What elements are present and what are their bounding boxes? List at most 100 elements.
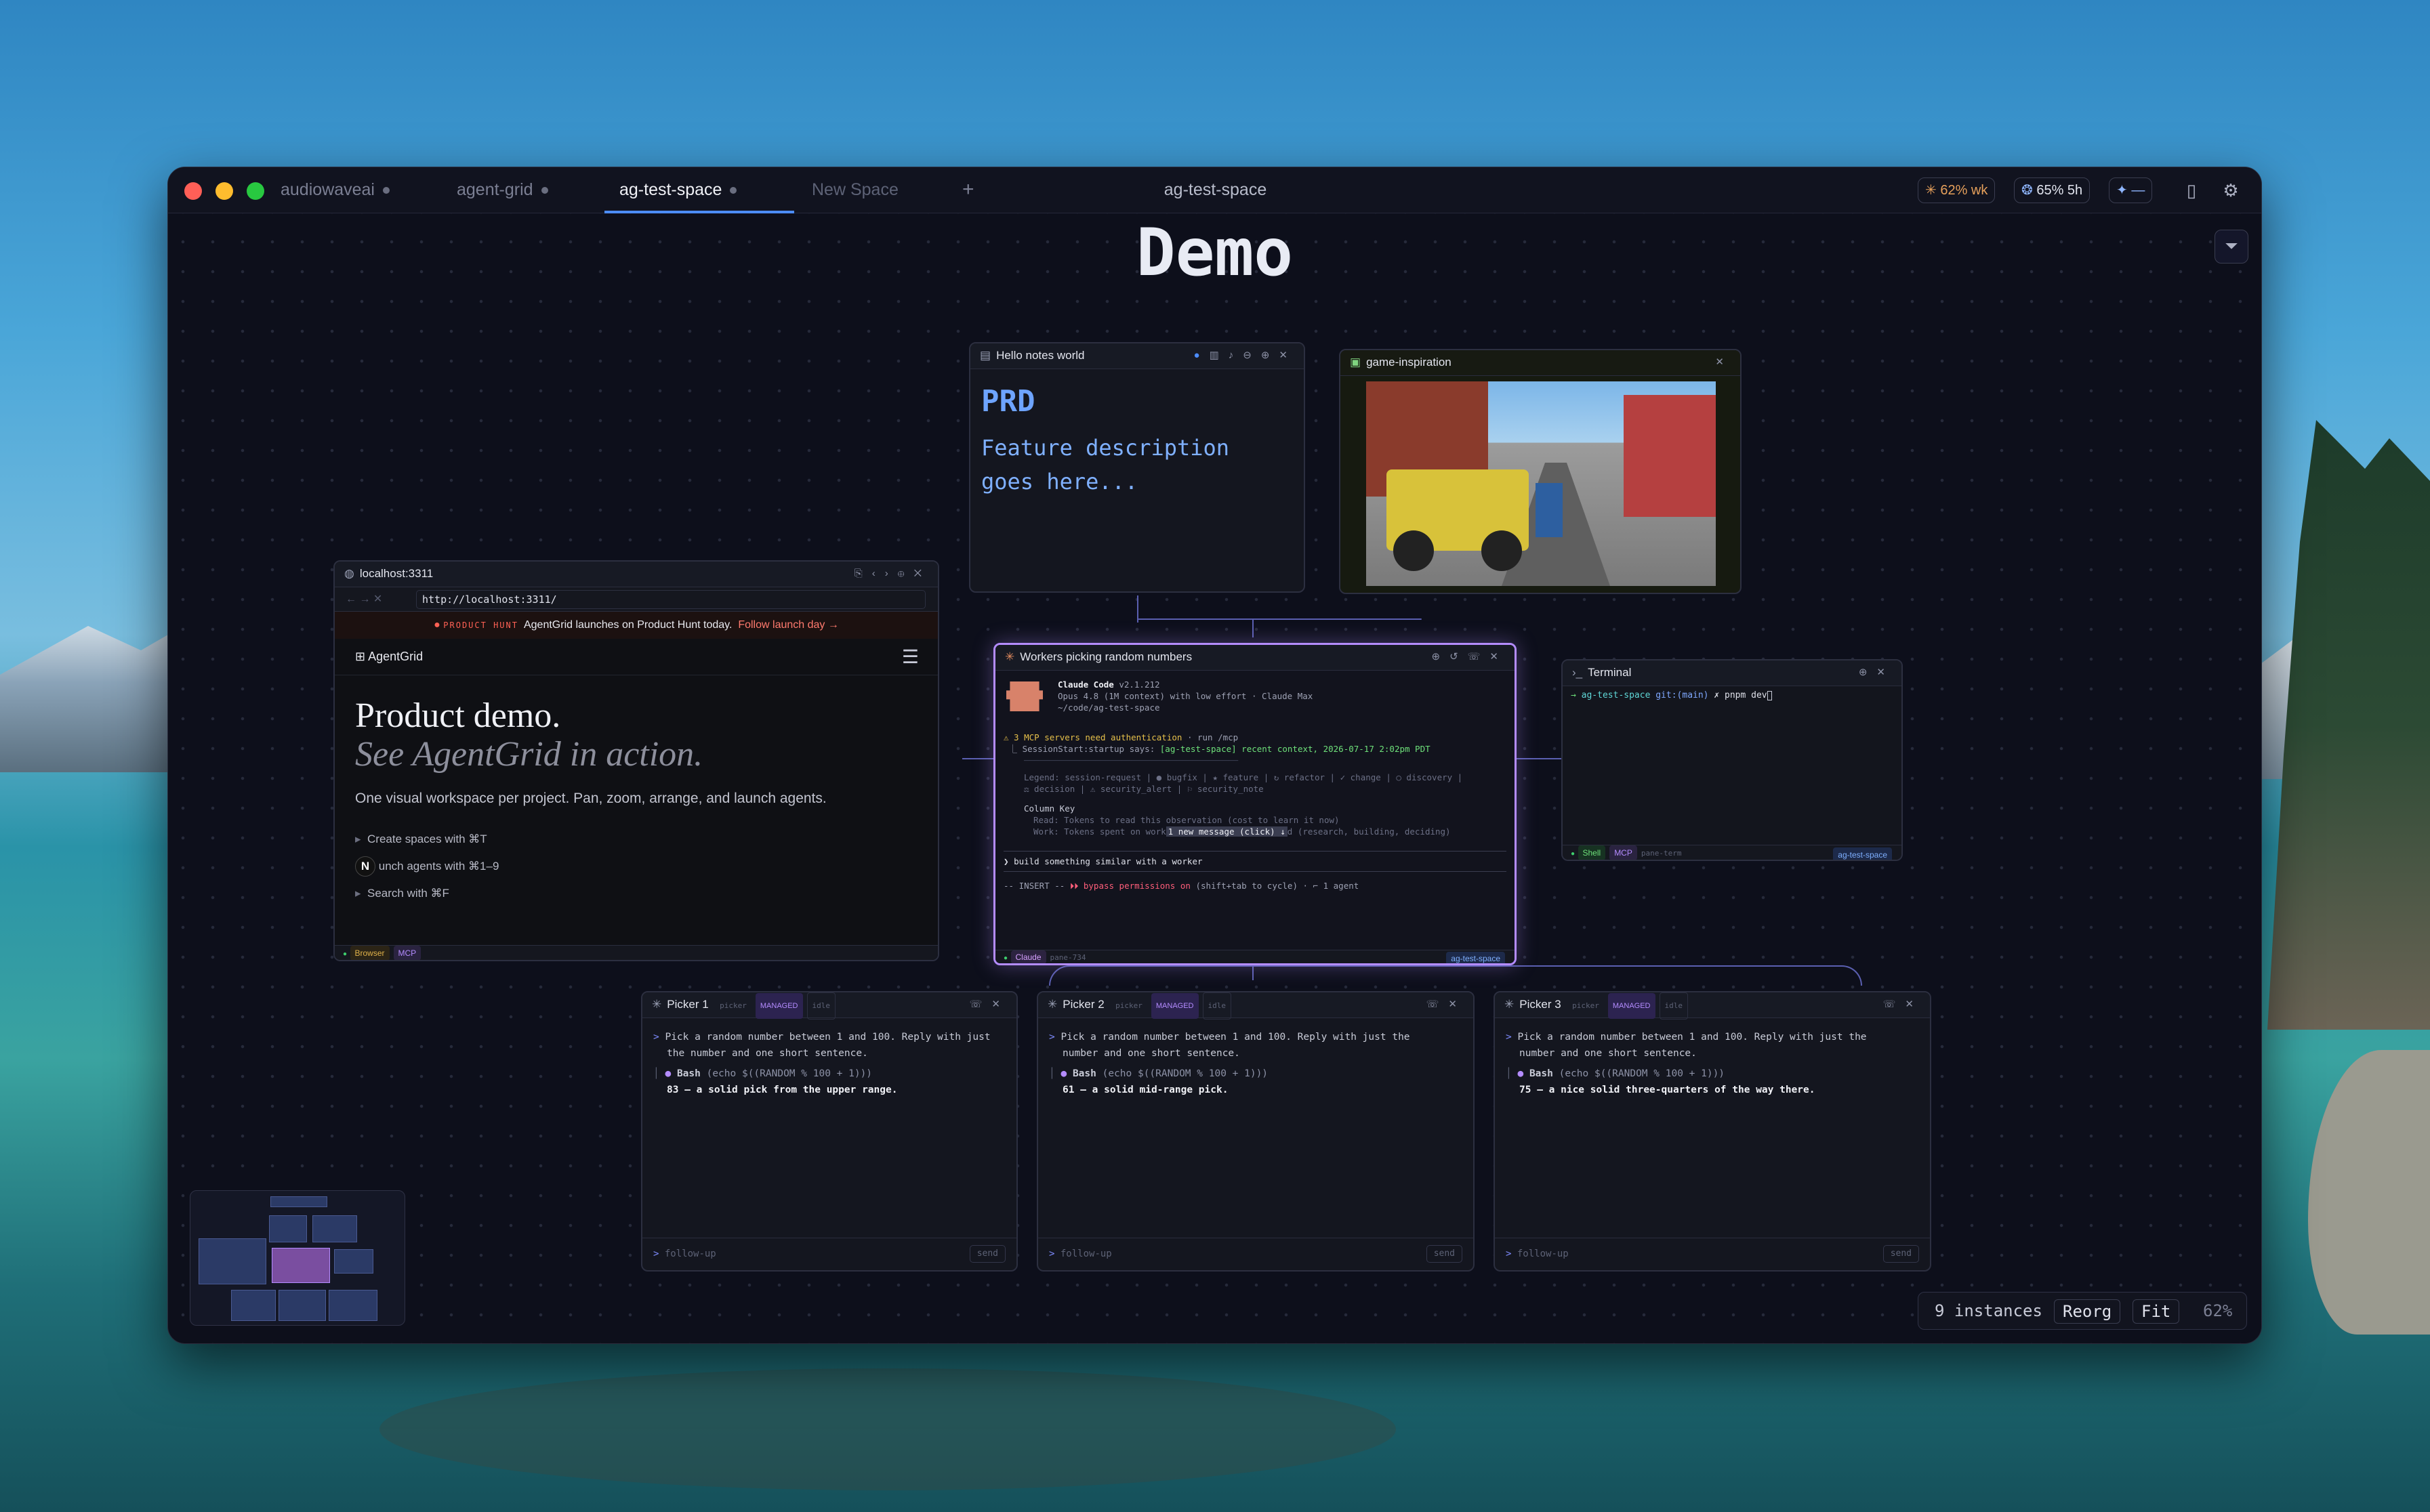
followup-input[interactable]: > follow-up send xyxy=(642,1238,1016,1270)
banner-link[interactable]: Follow launch day → xyxy=(738,619,839,631)
canvas-controls: 9 instances Reorg Fit 62% xyxy=(1918,1292,2247,1330)
picker-title: Picker 1 xyxy=(667,998,709,1011)
followup-input[interactable]: > follow-up send xyxy=(1038,1238,1473,1270)
tool-command: (echo $((RANDOM % 100 + 1))) xyxy=(1559,1068,1725,1079)
picker-answer: 83 — a solid pick from the upper range. xyxy=(667,1085,898,1095)
gear-icon[interactable]: ⚙ xyxy=(2219,178,2243,203)
picker-actions[interactable]: ☏✕ xyxy=(1426,992,1466,1017)
gemini-sparkle-icon: ✦ xyxy=(2116,183,2128,198)
gemini-usage-badge[interactable]: ✦ — xyxy=(2109,177,2153,203)
terminal-status-bar: ● Shell MCP pane-term ag-test-space xyxy=(1563,845,1901,860)
notes-title: Hello notes world xyxy=(996,349,1085,362)
tab-ag-test-space[interactable]: ag-test-space xyxy=(604,167,794,213)
minimap-node xyxy=(269,1215,307,1242)
tab-audiowaveai[interactable]: audiowaveai xyxy=(281,167,390,213)
column-key-line: Read: Tokens to read this observation (c… xyxy=(1033,815,1340,825)
picker-actions[interactable]: ☏✕ xyxy=(1883,992,1923,1017)
close-icon[interactable]: ✕ xyxy=(1715,350,1733,375)
followup-input[interactable]: > follow-up send xyxy=(1495,1238,1930,1270)
tab-new-space[interactable]: New Space xyxy=(812,167,899,213)
notes-actions[interactable]: ●▥♪⊖⊕✕ xyxy=(1194,343,1297,368)
terminal-title: Terminal xyxy=(1588,666,1632,679)
send-button[interactable]: send xyxy=(969,1245,1006,1263)
picker-prompt: Pick a random number between 1 and 100. … xyxy=(1517,1032,1867,1043)
zoom-level[interactable]: 62% xyxy=(2203,1301,2232,1320)
canvas-title: Demo xyxy=(1136,215,1294,291)
status-badge: idle xyxy=(806,992,836,1020)
tab-label: ag-test-space xyxy=(619,180,722,199)
notes-panel[interactable]: ▤ Hello notes world ●▥♪⊖⊕✕ PRD Feature des… xyxy=(969,342,1305,593)
fit-button[interactable]: Fit xyxy=(2133,1299,2180,1324)
pane-id: pane-734 xyxy=(1050,953,1086,962)
picker-answer: 61 — a solid mid-range pick. xyxy=(1063,1085,1229,1095)
tab-agent-grid[interactable]: agent-grid xyxy=(457,167,548,213)
legend-line: ⚖ decision | ⚠ security_alert | ⚐ securi… xyxy=(1024,784,1264,794)
picker-header: ✳ Picker 2 picker MANAGED idle ☏✕ xyxy=(1038,992,1473,1020)
openai-usage-badge[interactable]: ❂ 65% 5h xyxy=(2014,177,2091,203)
picker-prompt: number and one short sentence. xyxy=(1063,1048,1240,1059)
site-logo[interactable]: ⊞ AgentGrid xyxy=(355,650,423,664)
space-chip: ag-test-space xyxy=(1446,952,1505,963)
claude-title: Workers picking random numbers xyxy=(1020,650,1193,663)
tool-command: (echo $((RANDOM % 100 + 1))) xyxy=(706,1068,873,1079)
image-panel[interactable]: ▣ game-inspiration ✕ xyxy=(1339,349,1742,594)
picker-prompt: Pick a random number between 1 and 100. … xyxy=(1060,1032,1410,1043)
tool-name: Bash xyxy=(676,1068,701,1079)
site-nav: ⊞ AgentGrid ☰ xyxy=(335,639,938,675)
send-button[interactable]: send xyxy=(1882,1245,1919,1263)
edge xyxy=(1137,618,1422,620)
claude-panel[interactable]: ✳ Workers picking random numbers ⊕↺☏✕ Clau… xyxy=(993,643,1517,965)
picker-role: picker xyxy=(1572,1001,1599,1010)
terminal-panel[interactable]: ›_ Terminal ⊕✕ → ag-test-space git:(main) … xyxy=(1561,659,1903,861)
picker-panel[interactable]: ✳ Picker 2 picker MANAGED idle ☏✕ > Pick a r… xyxy=(1037,991,1475,1272)
model-line: Opus 4.8 (1M context) with low effort · … xyxy=(1058,691,1313,701)
status-badge: idle xyxy=(1202,992,1231,1020)
add-tab-button[interactable]: + xyxy=(962,167,974,213)
picker-panel[interactable]: ✳ Picker 1 picker MANAGED idle ☏✕ > Pick a r… xyxy=(641,991,1018,1272)
maximize-window-button[interactable] xyxy=(247,182,264,200)
claude-status-bar: ● Claude pane-734 ag-test-space xyxy=(995,950,1515,963)
background-rock xyxy=(2308,1050,2430,1335)
terminal-command: ✗ pnpm dev xyxy=(1714,690,1767,700)
followup-placeholder: follow-up xyxy=(1517,1248,1569,1259)
mode-indicator: -- INSERT -- xyxy=(1004,881,1065,891)
claude-header: ✳ Workers picking random numbers ⊕↺☏✕ xyxy=(995,645,1515,671)
minimap-node-active xyxy=(272,1248,330,1283)
claude-actions[interactable]: ⊕↺☏✕ xyxy=(1432,645,1508,669)
picker-actions[interactable]: ☏✕ xyxy=(970,992,1010,1017)
status-chip: Shell xyxy=(1578,845,1606,860)
banner-dot-icon: ● xyxy=(434,619,440,631)
column-key-line: Work: Tokens spent on work xyxy=(1033,826,1166,837)
browser-panel[interactable]: ◍ localhost:3311 ⎘‹›⊕✕ ← → ✕ http://localh… xyxy=(333,560,939,961)
url-input[interactable]: http://localhost:3311/ xyxy=(416,590,926,609)
edge xyxy=(1515,758,1561,759)
terminal-output[interactable]: → ag-test-space git:(main) ✗ pnpm dev xyxy=(1563,686,1901,705)
claude-usage-badge[interactable]: ✳ 62% wk xyxy=(1918,177,1996,203)
reorg-button[interactable]: Reorg xyxy=(2054,1299,2121,1324)
sidebar-toggle-icon[interactable]: ▯ xyxy=(2179,178,2204,203)
minimap[interactable] xyxy=(190,1190,405,1326)
send-button[interactable]: send xyxy=(1426,1245,1462,1263)
minimize-window-button[interactable] xyxy=(215,182,233,200)
picker-panel[interactable]: ✳ Picker 3 picker MANAGED idle ☏✕ > Pick a r… xyxy=(1494,991,1931,1272)
minimap-node xyxy=(199,1238,266,1284)
claude-burst-icon: ✳ xyxy=(1925,183,1937,198)
close-window-button[interactable] xyxy=(184,182,202,200)
usage-label: 65% 5h xyxy=(2036,183,2083,198)
banner-text: AgentGrid launches on Product Hunt today… xyxy=(523,619,733,631)
app-name: Claude Code xyxy=(1058,679,1114,690)
openai-icon: ❂ xyxy=(2021,183,2033,198)
browser-actions[interactable]: ⎘‹›⊕✕ xyxy=(854,562,931,586)
hamburger-menu-icon[interactable]: ☰ xyxy=(902,646,919,668)
followup-placeholder: follow-up xyxy=(664,1248,716,1259)
new-message-button[interactable]: 1 new message (click) ↓ xyxy=(1166,826,1288,837)
next-logo-icon: N xyxy=(355,856,375,877)
edge xyxy=(1252,618,1254,637)
status-chip: Claude xyxy=(1010,950,1046,963)
filter-icon[interactable]: ⏷ xyxy=(2215,230,2248,264)
prompt-input[interactable]: ❯ build something similar with a worker xyxy=(1004,851,1506,872)
space-chip: ag-test-space xyxy=(1833,847,1892,860)
terminal-actions[interactable]: ⊕✕ xyxy=(1859,660,1895,685)
nav-arrows-icon[interactable]: ← → ✕ xyxy=(346,592,382,606)
status-chip: MCP xyxy=(393,946,421,960)
